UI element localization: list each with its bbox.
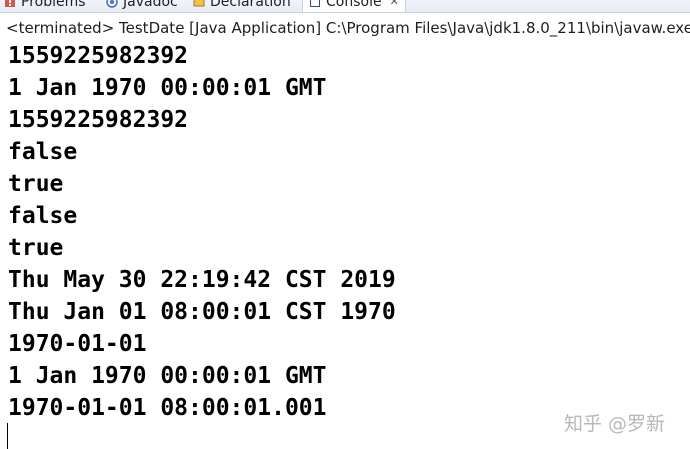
console-status: <terminated> TestDate [Java Application]…: [6, 19, 690, 37]
close-icon[interactable]: ✕: [390, 0, 399, 8]
tab-label: Problems: [21, 0, 86, 10]
console-line: 1 Jan 1970 00:00:01 GMT: [8, 75, 327, 101]
tab-javadoc[interactable]: Javadoc: [106, 0, 178, 12]
console-line: 1970-01-01: [8, 331, 147, 357]
declaration-icon: [193, 0, 205, 6]
console-line: 1559225982392: [8, 43, 189, 69]
tab-label: Console: [326, 0, 382, 10]
watermark: 知乎 @罗新: [564, 413, 666, 435]
console-line: true: [8, 235, 64, 261]
tab-label: Javadoc: [123, 0, 178, 10]
console-line: 1559225982392: [8, 107, 189, 133]
tab-problems[interactable]: Problems: [4, 0, 86, 12]
console-line: true: [8, 171, 64, 197]
console-line: false: [8, 139, 78, 165]
console-icon: [310, 0, 320, 7]
view-tab-bar: Problems Javadoc Declaration Console ✕: [0, 0, 690, 13]
text-caret: [7, 423, 8, 449]
console-line: false: [8, 203, 78, 229]
problems-icon: [5, 0, 15, 7]
console-line: Thu May 30 22:19:42 CST 2019: [8, 267, 396, 293]
console-line: 1 Jan 1970 00:00:01 GMT: [8, 363, 327, 389]
tab-label: Declaration: [210, 0, 291, 10]
console-line: Thu Jan 01 08:00:01 CST 1970: [8, 299, 396, 325]
console-output[interactable]: 1559225982392 1 Jan 1970 00:00:01 GMT 15…: [8, 40, 688, 424]
tab-console[interactable]: Console ✕: [302, 0, 406, 12]
javadoc-icon: [106, 0, 118, 8]
tab-declaration[interactable]: Declaration: [193, 0, 291, 12]
